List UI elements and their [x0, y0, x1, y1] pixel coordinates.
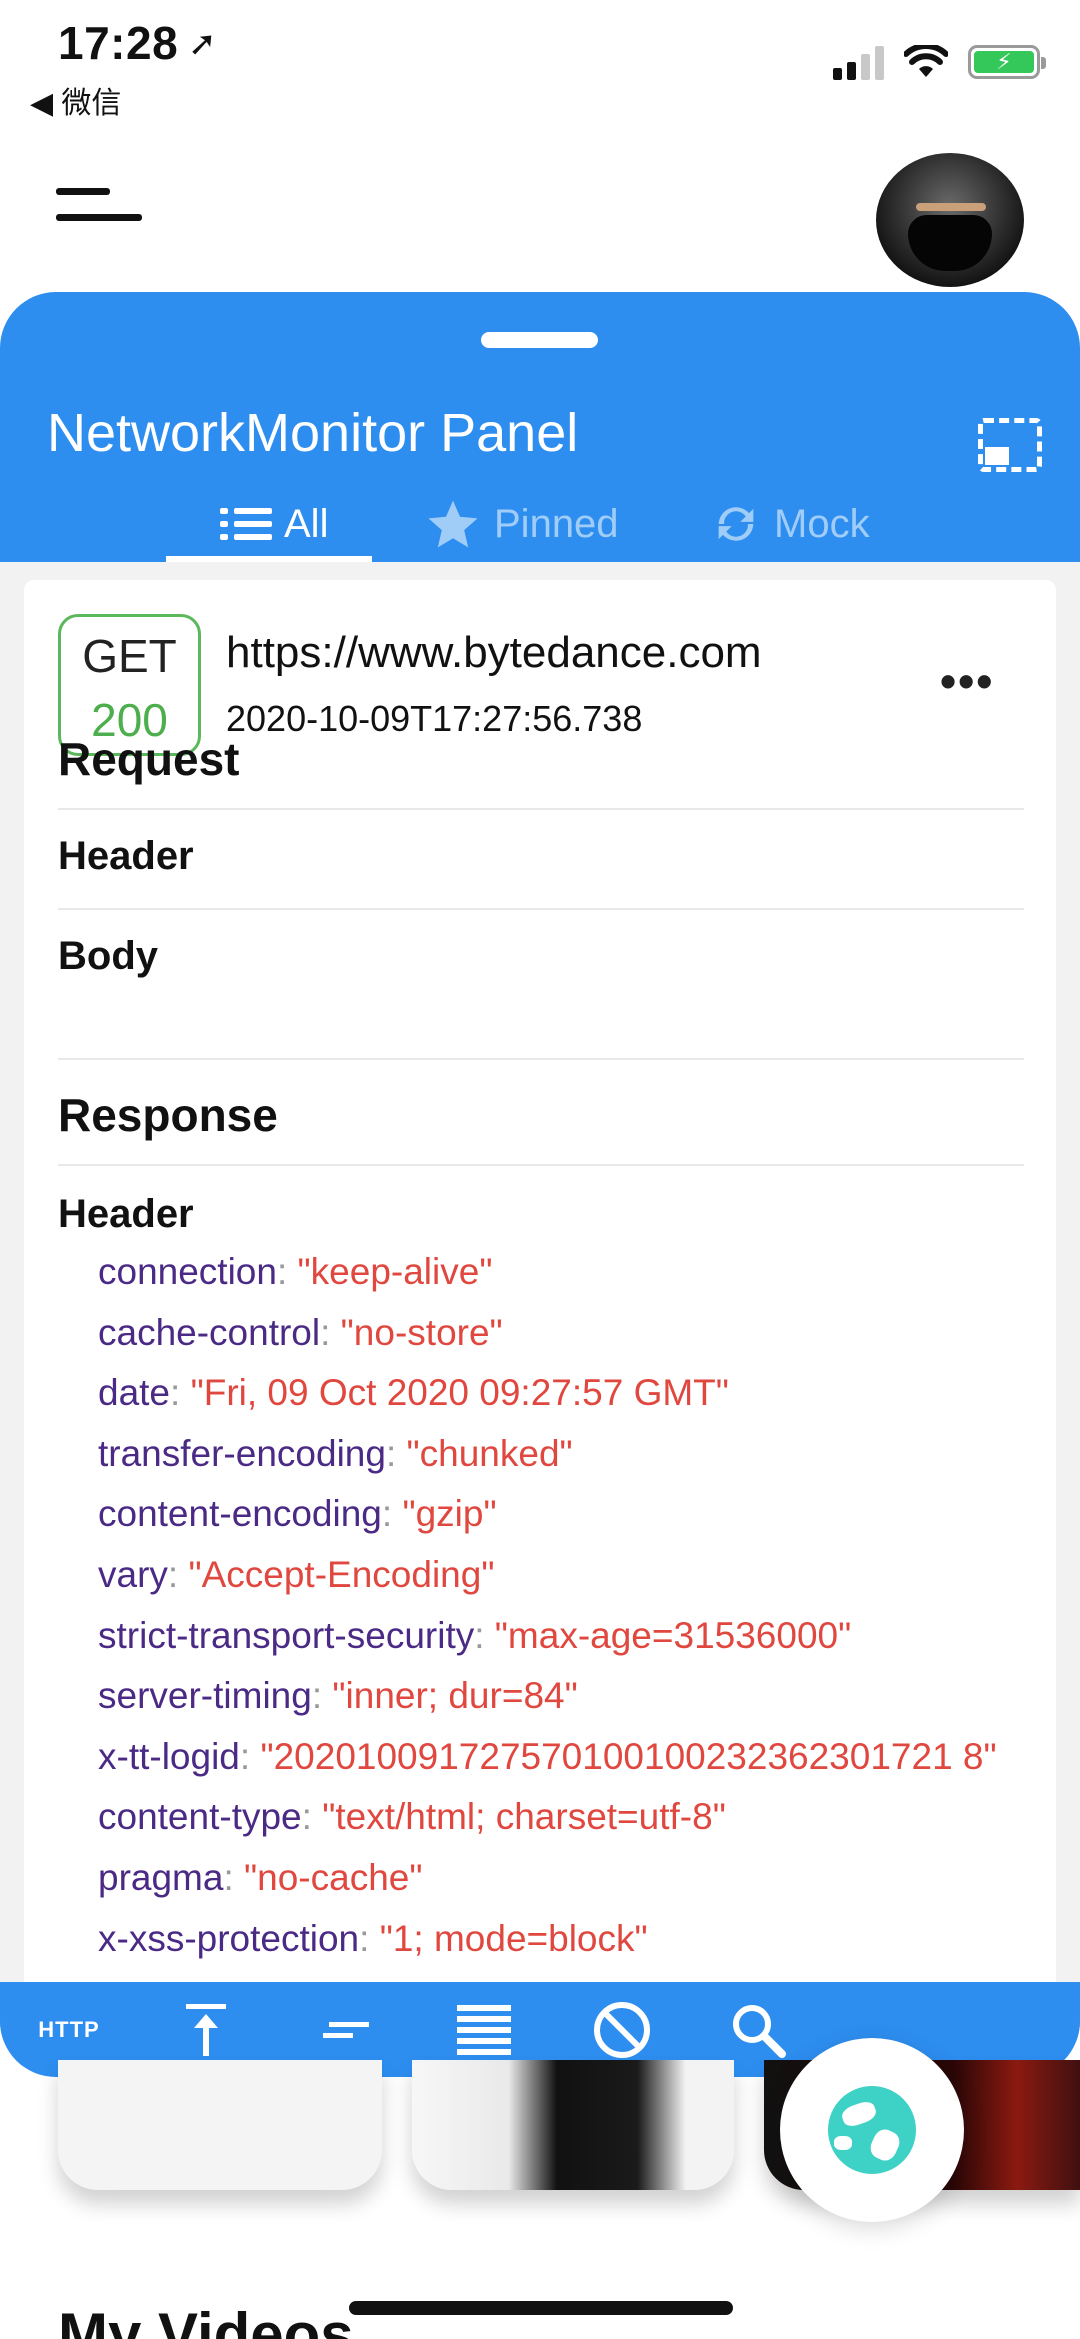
tab-mock[interactable]: Mock — [710, 488, 870, 560]
drag-handle[interactable] — [481, 332, 598, 348]
request-body-label[interactable]: Body — [58, 934, 158, 979]
request-header-label[interactable]: Header — [58, 834, 194, 879]
back-to-app-link[interactable]: ◀ 微信 — [30, 78, 121, 122]
location-arrow-icon: ➚ — [188, 25, 218, 63]
header-row: pragma: "no-cache" — [98, 1856, 423, 1898]
response-section-title: Response — [58, 1089, 278, 1141]
tab-all[interactable]: All — [220, 488, 328, 560]
cellular-signal-icon — [833, 44, 884, 80]
request-detail-card: GET 200 https://www.bytedance.com 2020-1… — [24, 580, 1056, 2077]
section-title: My Videos — [58, 2301, 354, 2339]
header-row: date: "Fri, 09 Oct 2020 09:27:57 GMT" — [98, 1372, 729, 1414]
battery-icon: ⚡ — [968, 45, 1046, 79]
header-row: x-xss-protection: "1; mode=block" — [98, 1917, 648, 1959]
header-row: server-timing: "inner; dur=84" — [98, 1675, 578, 1717]
search-icon[interactable] — [728, 2000, 788, 2060]
more-options-icon[interactable]: ••• — [940, 654, 994, 708]
video-thumbnail[interactable] — [412, 2060, 734, 2190]
globe-icon — [828, 2086, 916, 2174]
tab-bar: All Pinned Mock — [0, 488, 1080, 560]
header-row: connection: "keep-alive" — [98, 1251, 493, 1292]
status-time: 17:28 ➚ — [58, 17, 218, 69]
request-section-title: Request — [58, 733, 240, 785]
network-monitor-panel: NetworkMonitor Panel All Pinned Mock GET… — [0, 292, 1080, 2077]
header-row: cache-control: "no-store" — [98, 1311, 503, 1353]
home-indicator[interactable] — [349, 2301, 733, 2315]
divider — [58, 1164, 1024, 1166]
star-icon — [428, 500, 478, 548]
header-row: x-tt-logid: "202010091727570100100232362… — [98, 1735, 997, 1777]
menu-icon[interactable] — [56, 188, 142, 224]
header-row: vary: "Accept-Encoding" — [98, 1553, 495, 1595]
panel-title: NetworkMonitor Panel — [47, 403, 579, 463]
header-row: transfer-encoding: "chunked" — [98, 1432, 573, 1474]
status-icons: ⚡ — [833, 44, 1046, 80]
divider — [58, 808, 1024, 810]
divider — [58, 1058, 1024, 1060]
clear-block-icon[interactable] — [590, 2000, 654, 2060]
divider — [58, 908, 1024, 910]
request-method: GET — [82, 630, 177, 682]
request-timestamp: 2020-10-09T17:27:56.738 — [226, 698, 643, 739]
wifi-icon — [904, 45, 948, 77]
expanded-view-icon[interactable] — [454, 2000, 514, 2060]
header-row: content-encoding: "gzip" — [98, 1493, 497, 1535]
minimize-window-icon[interactable] — [978, 418, 1042, 472]
list-icon — [220, 506, 272, 542]
tab-pinned[interactable]: Pinned — [424, 488, 619, 560]
screen: 17:28 ➚ ◀ 微信 ⚡ NetworkMonitor Panel All … — [0, 0, 1080, 2339]
header-row: strict-transport-security: "max-age=3153… — [98, 1614, 852, 1656]
refresh-icon — [718, 507, 754, 541]
response-header-label[interactable]: Header — [58, 1192, 194, 1237]
http-filter-button[interactable]: HTTP — [34, 2000, 104, 2060]
network-monitor-floating-button[interactable] — [780, 2038, 964, 2222]
response-headers-list: connection: "keep-alive" cache-control: … — [98, 1242, 1048, 1969]
request-list: GET 200 https://www.bytedance.com 2020-1… — [0, 562, 1080, 2077]
header-row: content-type: "text/html; charset=utf-8" — [98, 1796, 726, 1838]
avatar[interactable] — [876, 153, 1024, 287]
scroll-to-top-icon[interactable] — [176, 2000, 236, 2060]
video-thumbnail[interactable] — [58, 2060, 382, 2190]
compact-view-icon[interactable] — [316, 2000, 376, 2060]
request-url: https://www.bytedance.com — [226, 628, 762, 677]
